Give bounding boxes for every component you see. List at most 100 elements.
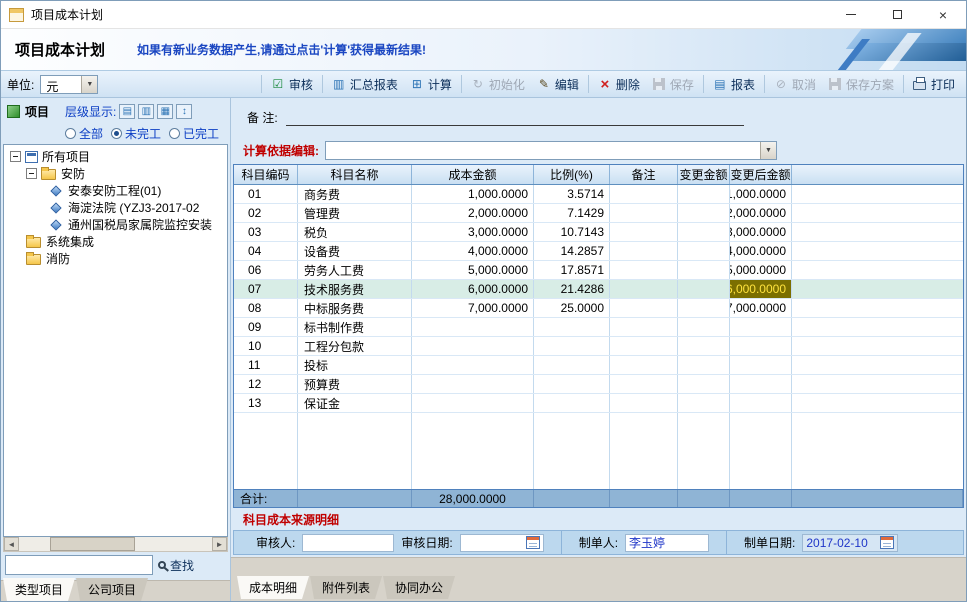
col-header-after[interactable]: 变更后金额 bbox=[730, 165, 792, 184]
cell-amount[interactable]: 2,000.0000 bbox=[412, 204, 534, 222]
tree-item-fire[interactable]: 消防 bbox=[6, 250, 227, 267]
calendar-icon[interactable] bbox=[880, 536, 894, 549]
cell-note[interactable] bbox=[610, 375, 678, 393]
cell-after[interactable]: 6,000.0000 bbox=[730, 280, 792, 298]
cell-change[interactable] bbox=[678, 337, 730, 355]
table-row[interactable]: 07 技术服务费 6,000.0000 21.4286 6,000.0000 bbox=[234, 280, 963, 299]
cell-amount[interactable]: 7,000.0000 bbox=[412, 299, 534, 317]
cell-code[interactable]: 11 bbox=[234, 356, 298, 374]
cell-note[interactable] bbox=[610, 185, 678, 203]
cell-ratio[interactable]: 3.5714 bbox=[534, 185, 610, 203]
cell-after[interactable]: 5,000.0000 bbox=[730, 261, 792, 279]
cell-amount[interactable] bbox=[412, 337, 534, 355]
cell-amount[interactable]: 3,000.0000 bbox=[412, 223, 534, 241]
sort-icon[interactable]: ↕ bbox=[176, 104, 192, 119]
scroll-left-icon[interactable]: ◄ bbox=[4, 537, 19, 551]
scroll-right-icon[interactable]: ► bbox=[212, 537, 227, 551]
cell-change[interactable] bbox=[678, 299, 730, 317]
cell-ratio[interactable]: 10.7143 bbox=[534, 223, 610, 241]
cell-amount[interactable]: 1,000.0000 bbox=[412, 185, 534, 203]
cell-note[interactable] bbox=[610, 356, 678, 374]
cell-code[interactable]: 03 bbox=[234, 223, 298, 241]
cell-note[interactable] bbox=[610, 394, 678, 412]
cell-ratio[interactable]: 25.0000 bbox=[534, 299, 610, 317]
delete-button[interactable]: 删除 bbox=[593, 74, 645, 95]
tree-item-tongzhou-tax[interactable]: 通州国税局家属院监控安装 bbox=[6, 216, 227, 233]
cell-code[interactable]: 13 bbox=[234, 394, 298, 412]
cell-change[interactable] bbox=[678, 394, 730, 412]
cell-change[interactable] bbox=[678, 242, 730, 260]
cell-amount[interactable] bbox=[412, 318, 534, 336]
cell-note[interactable] bbox=[610, 204, 678, 222]
table-row[interactable]: 09 标书制作费 bbox=[234, 318, 963, 337]
cell-name[interactable]: 工程分包款 bbox=[298, 337, 412, 355]
table-row[interactable]: 12 预算费 bbox=[234, 375, 963, 394]
level-view-3-icon[interactable]: ▦ bbox=[157, 104, 173, 119]
cell-code[interactable]: 07 bbox=[234, 280, 298, 298]
cell-ratio[interactable] bbox=[534, 375, 610, 393]
table-row[interactable]: 13 保证金 bbox=[234, 394, 963, 413]
cell-amount[interactable] bbox=[412, 394, 534, 412]
cell-name[interactable]: 投标 bbox=[298, 356, 412, 374]
cell-code[interactable]: 12 bbox=[234, 375, 298, 393]
cell-ratio[interactable]: 21.4286 bbox=[534, 280, 610, 298]
cell-after[interactable]: 2,000.0000 bbox=[730, 204, 792, 222]
edit-button[interactable]: 编辑 bbox=[532, 74, 584, 95]
level-view-1-icon[interactable]: ▤ bbox=[119, 104, 135, 119]
audit-date-field[interactable] bbox=[460, 534, 544, 552]
scrollbar-thumb[interactable] bbox=[50, 537, 135, 551]
table-row[interactable]: 03 税负 3,000.0000 10.7143 3,000.0000 bbox=[234, 223, 963, 242]
cell-amount[interactable] bbox=[412, 375, 534, 393]
tab-attachments[interactable]: 附件列表 bbox=[310, 576, 382, 599]
tree-item-haidian-court[interactable]: 海淀法院 (YZJ3-2017-02 bbox=[6, 199, 227, 216]
cell-amount[interactable]: 5,000.0000 bbox=[412, 261, 534, 279]
cell-ratio[interactable] bbox=[534, 318, 610, 336]
audit-button[interactable]: 审核 bbox=[266, 74, 318, 95]
col-header-note[interactable]: 备注 bbox=[610, 165, 678, 184]
col-header-change[interactable]: 变更金额 bbox=[678, 165, 730, 184]
cell-code[interactable]: 09 bbox=[234, 318, 298, 336]
cell-name[interactable]: 标书制作费 bbox=[298, 318, 412, 336]
cell-code[interactable]: 04 bbox=[234, 242, 298, 260]
cell-name[interactable]: 保证金 bbox=[298, 394, 412, 412]
unit-select[interactable]: 元 ▼ bbox=[40, 75, 98, 94]
calculate-button[interactable]: 计算 bbox=[405, 74, 457, 95]
table-row[interactable]: 02 管理费 2,000.0000 7.1429 2,000.0000 bbox=[234, 204, 963, 223]
cell-after[interactable]: 4,000.0000 bbox=[730, 242, 792, 260]
cell-name[interactable]: 管理费 bbox=[298, 204, 412, 222]
calendar-icon[interactable] bbox=[526, 536, 540, 549]
tree-item-security[interactable]: 安防 bbox=[6, 165, 227, 182]
summary-report-button[interactable]: 汇总报表 bbox=[327, 74, 403, 95]
cell-name[interactable]: 商务费 bbox=[298, 185, 412, 203]
level-view-2-icon[interactable]: ▥ bbox=[138, 104, 154, 119]
maker-field[interactable]: 李玉婷 bbox=[625, 534, 709, 552]
tab-cost-detail[interactable]: 成本明细 bbox=[237, 576, 309, 599]
cell-ratio[interactable] bbox=[534, 337, 610, 355]
cell-note[interactable] bbox=[610, 223, 678, 241]
filter-all[interactable]: 全部 bbox=[65, 125, 103, 142]
table-row[interactable]: 01 商务费 1,000.0000 3.5714 1,000.0000 bbox=[234, 185, 963, 204]
cell-name[interactable]: 税负 bbox=[298, 223, 412, 241]
cell-amount[interactable]: 4,000.0000 bbox=[412, 242, 534, 260]
cell-note[interactable] bbox=[610, 261, 678, 279]
col-header-name[interactable]: 科目名称 bbox=[298, 165, 412, 184]
cell-note[interactable] bbox=[610, 299, 678, 317]
cell-amount[interactable]: 6,000.0000 bbox=[412, 280, 534, 298]
cell-ratio[interactable] bbox=[534, 356, 610, 374]
calc-basis-select[interactable]: ▼ bbox=[325, 141, 777, 160]
cell-change[interactable] bbox=[678, 356, 730, 374]
tab-company-project[interactable]: 公司项目 bbox=[76, 578, 148, 601]
search-input[interactable] bbox=[5, 555, 153, 575]
filter-finished[interactable]: 已完工 bbox=[169, 125, 219, 142]
cell-name[interactable]: 设备费 bbox=[298, 242, 412, 260]
cell-amount[interactable] bbox=[412, 356, 534, 374]
cell-change[interactable] bbox=[678, 261, 730, 279]
cell-after[interactable]: 3,000.0000 bbox=[730, 223, 792, 241]
tree-item-antai-project[interactable]: 安泰安防工程(01) bbox=[6, 182, 227, 199]
col-header-ratio[interactable]: 比例(%) bbox=[534, 165, 610, 184]
collapse-icon[interactable] bbox=[26, 168, 37, 179]
cell-change[interactable] bbox=[678, 223, 730, 241]
chevron-down-icon[interactable]: ▼ bbox=[81, 76, 97, 93]
cell-ratio[interactable] bbox=[534, 394, 610, 412]
tree-item-system-integration[interactable]: 系统集成 bbox=[6, 233, 227, 250]
